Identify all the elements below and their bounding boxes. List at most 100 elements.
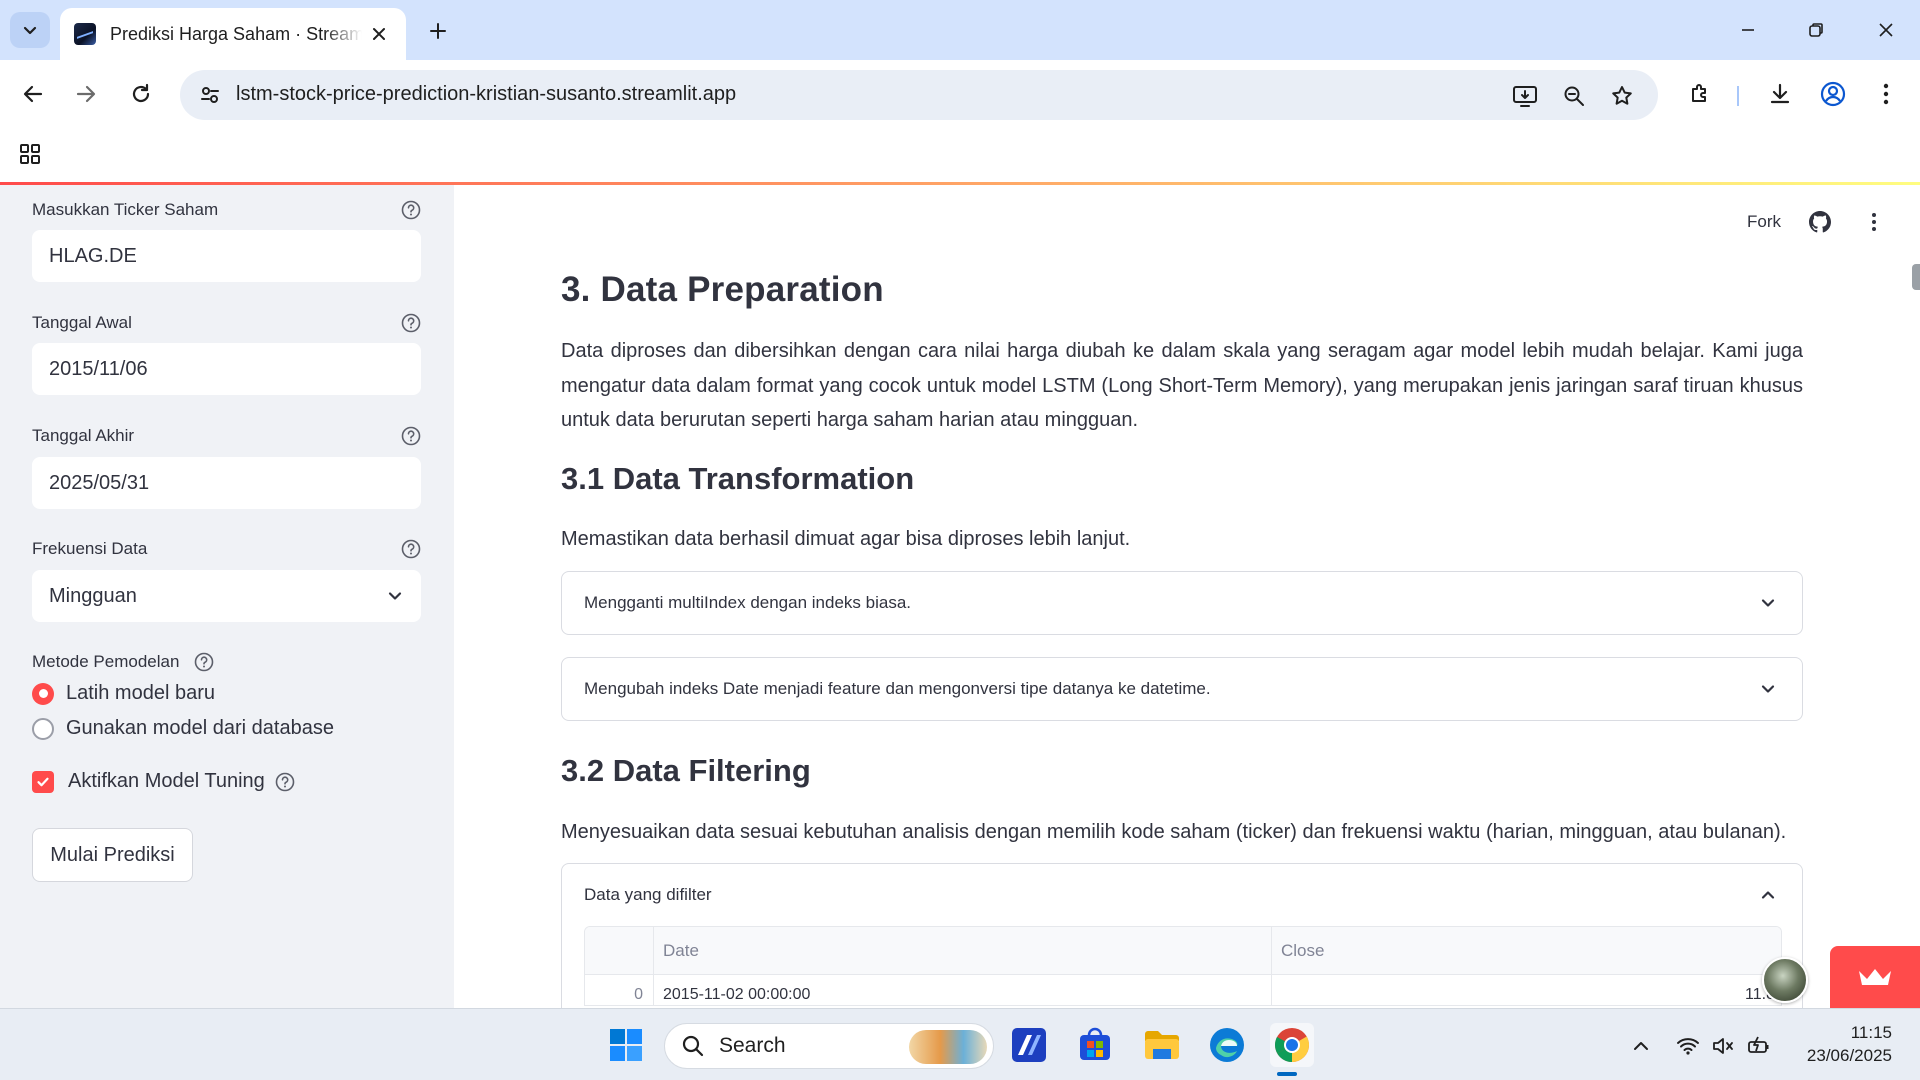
ticker-input[interactable]: HLAG.DE <box>32 230 421 282</box>
method-option-database-model[interactable]: Gunakan model dari database <box>32 717 334 740</box>
taskbar-search[interactable]: Search <box>664 1023 994 1069</box>
puzzle-icon <box>1692 84 1706 102</box>
account-circle-icon <box>1820 81 1846 107</box>
help-icon[interactable] <box>400 199 422 221</box>
tab-search-button[interactable] <box>10 12 50 48</box>
site-info-button[interactable] <box>194 79 226 111</box>
minimize-button[interactable] <box>1724 10 1772 50</box>
taskbar-app-edge[interactable] <box>1205 1023 1249 1067</box>
restore-button[interactable] <box>1792 10 1840 50</box>
fork-button[interactable]: Fork <box>1747 212 1781 232</box>
column-divider <box>653 975 654 1005</box>
taskbar-app-store[interactable] <box>1073 1023 1117 1067</box>
column-divider <box>1271 975 1272 1005</box>
start-button[interactable] <box>604 1023 648 1067</box>
method-option-new-model[interactable]: Latih model baru <box>32 682 215 705</box>
edge-icon <box>1210 1028 1244 1062</box>
start-prediction-button[interactable]: Mulai Prediksi <box>32 828 193 882</box>
column-header-close[interactable]: Close <box>1281 927 1324 974</box>
help-icon[interactable] <box>400 312 422 334</box>
bookmark-star-button[interactable] <box>1605 79 1639 113</box>
frequency-label: Frekuensi Data <box>32 539 148 558</box>
column-divider <box>1271 927 1272 974</box>
streamlit-badge[interactable] <box>1830 946 1920 1008</box>
volume-status[interactable] <box>1710 1033 1736 1059</box>
extensions-button[interactable] <box>1680 74 1720 114</box>
new-tab-button[interactable] <box>418 14 458 48</box>
expander-multiindex[interactable]: Mengganti multiIndex dengan indeks biasa… <box>561 571 1803 635</box>
dataframe[interactable]: Date Close 0 2015-11-02 00:00:00 11.8 <box>584 926 1782 1006</box>
cell-close[interactable]: 11.8 <box>1281 975 1775 1005</box>
column-header-date[interactable]: Date <box>663 927 699 974</box>
install-app-icon <box>1513 86 1537 107</box>
minimize-icon <box>1742 29 1754 31</box>
profile-button[interactable] <box>1813 74 1853 114</box>
expander-date-index[interactable]: Mengubah indeks Date menjadi feature dan… <box>561 657 1803 721</box>
github-icon[interactable] <box>1808 210 1832 234</box>
question-circle-icon <box>401 426 421 446</box>
search-icon <box>682 1035 704 1057</box>
help-icon[interactable] <box>275 772 295 792</box>
browser-menu-button[interactable] <box>1866 74 1906 114</box>
clock-date: 23/06/2025 <box>1806 1046 1892 1065</box>
battery-status[interactable] <box>1746 1033 1772 1059</box>
address-bar[interactable]: lstm-stock-price-prediction-kristian-sus… <box>180 70 1658 120</box>
search-highlight-image <box>909 1030 987 1064</box>
ticker-label: Masukkan Ticker Saham <box>32 200 219 219</box>
install-app-button[interactable] <box>1508 79 1542 113</box>
help-icon[interactable] <box>400 425 422 447</box>
store-icon <box>1080 1027 1110 1060</box>
crown-icon <box>1859 969 1891 985</box>
downloads-button[interactable] <box>1760 74 1800 114</box>
main-content: Fork 3. Data Preparation Data diproses d… <box>454 182 1920 1008</box>
start-date-input[interactable]: 2015/11/06 <box>32 343 421 395</box>
zoom-button[interactable] <box>1557 79 1591 113</box>
taskbar-app-file-explorer[interactable] <box>1140 1023 1184 1067</box>
browser-tab-active[interactable]: Prediksi Harga Saham · Streamlit <box>60 8 406 60</box>
show-hidden-icons-button[interactable] <box>1628 1033 1654 1059</box>
checkbox-checked[interactable] <box>32 770 54 793</box>
expander-header[interactable]: Mengubah indeks Date menjadi feature dan… <box>562 658 1802 720</box>
tuning-checkbox-row[interactable]: Aktifkan Model Tuning <box>32 770 295 793</box>
clock-time: 11:15 <box>1850 1023 1892 1042</box>
toolbar-divider <box>1737 86 1739 106</box>
chevron-down-icon <box>383 584 407 608</box>
taskbar-app-chrome[interactable] <box>1270 1023 1314 1067</box>
system-clock[interactable]: 11:15 23/06/2025 <box>1807 1021 1892 1067</box>
creator-avatar[interactable] <box>1762 957 1808 1003</box>
method-label: Metode Pemodelan <box>32 652 180 671</box>
expander-filtered-data[interactable]: Data yang difilter Date Close 0 2015-11-… <box>561 863 1803 1008</box>
tab-close-button[interactable] <box>366 21 392 47</box>
star-icon <box>1612 86 1632 105</box>
cell-date[interactable]: 2015-11-02 00:00:00 <box>663 975 810 1005</box>
app-menu-button[interactable] <box>1862 210 1886 234</box>
radio-selected[interactable] <box>32 682 54 705</box>
download-icon <box>1770 83 1790 104</box>
forward-button[interactable] <box>66 74 106 114</box>
radio-unselected[interactable] <box>32 717 54 740</box>
table-row[interactable]: 0 2015-11-02 00:00:00 11.8 <box>585 975 1781 1005</box>
method-option-label: Gunakan model dari database <box>66 717 334 739</box>
frequency-select[interactable]: Mingguan <box>32 570 421 622</box>
browser-toolbar: lstm-stock-price-prediction-kristian-sus… <box>0 60 1920 128</box>
help-icon[interactable] <box>400 538 422 560</box>
chevron-down-icon <box>23 26 37 35</box>
expander-header[interactable]: Mengganti multiIndex dengan indeks biasa… <box>562 572 1802 634</box>
page-scrollbar-thumb[interactable] <box>1912 264 1920 290</box>
close-window-button[interactable] <box>1862 10 1910 50</box>
apps-grid-icon <box>20 144 40 164</box>
tuning-label: Aktifkan Model Tuning <box>68 770 265 792</box>
reload-button[interactable] <box>121 74 161 114</box>
section-intro: Data diproses dan dibersihkan dengan car… <box>561 340 1803 431</box>
back-button[interactable] <box>13 74 53 114</box>
wifi-status[interactable] <box>1675 1033 1701 1059</box>
expander-header[interactable]: Data yang difilter <box>562 864 1802 926</box>
active-app-indicator <box>1277 1072 1297 1076</box>
expander-label: Mengubah indeks Date menjadi feature dan… <box>584 679 1211 698</box>
url-text[interactable]: lstm-stock-price-prediction-kristian-sus… <box>236 83 736 106</box>
streamlit-favicon-icon <box>74 23 96 45</box>
end-date-input[interactable]: 2025/05/31 <box>32 457 421 509</box>
apps-button[interactable] <box>12 136 48 172</box>
taskbar-app-copilot[interactable] <box>1007 1023 1051 1067</box>
help-icon[interactable] <box>193 651 215 673</box>
